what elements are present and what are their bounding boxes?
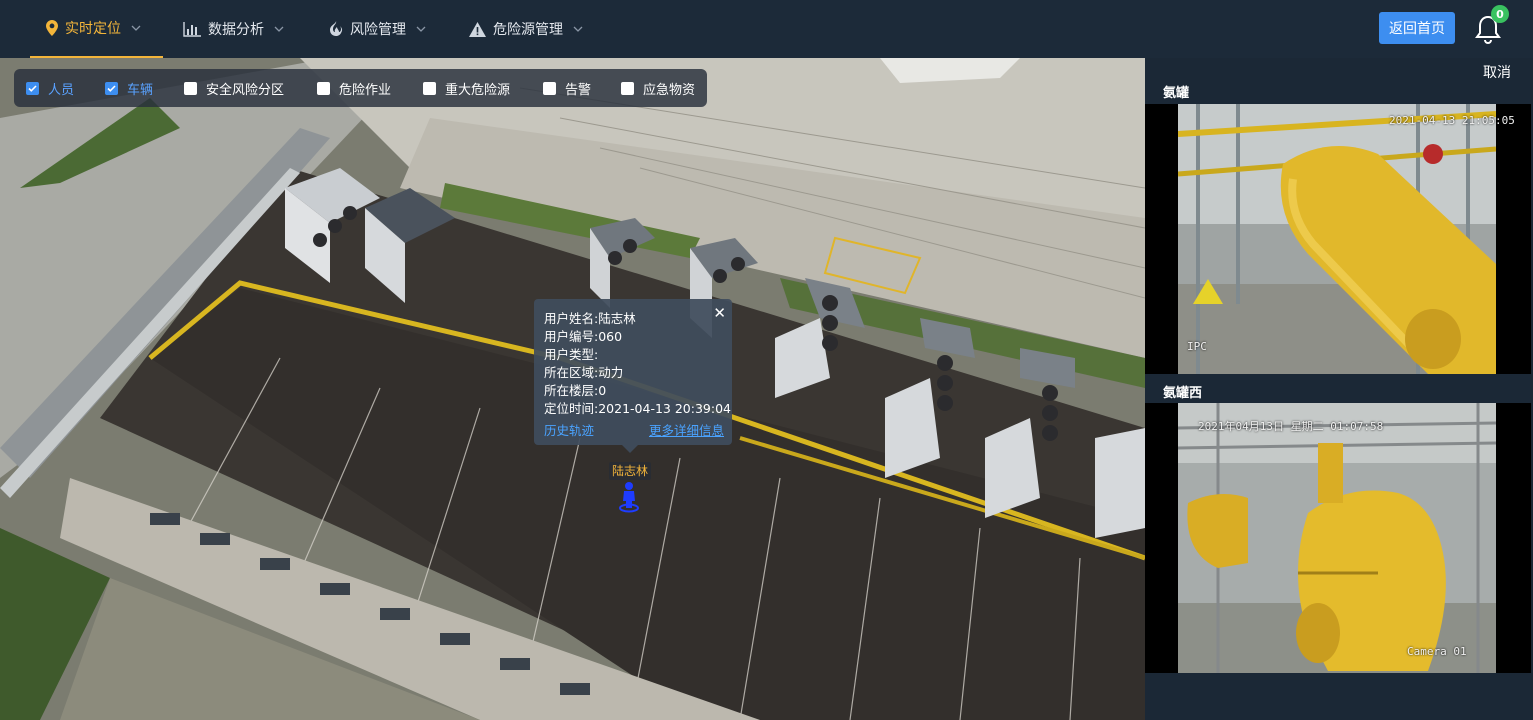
camera-corner-label: IPC: [1187, 340, 1207, 353]
location-pin-icon: [46, 20, 58, 36]
filter-label: 告警: [565, 82, 592, 98]
checkbox-unchecked-icon[interactable]: [423, 81, 436, 95]
nav-tab-label: 危险源管理: [493, 22, 563, 38]
nav-tab-data-analysis[interactable]: 数据分析: [183, 0, 284, 58]
map-view[interactable]: 人员 车辆 安全风险分区 危险作业 重大危险源 告警 应急物资 ✕ 用户姓名:陆…: [0, 58, 1145, 720]
info-row-id: 用户编号:060: [544, 329, 623, 344]
cancel-button[interactable]: 取消: [1483, 62, 1511, 82]
person-location-marker-icon[interactable]: [618, 481, 640, 513]
filter-label: 应急物资: [643, 82, 696, 98]
camera-frame-image: [1178, 403, 1496, 673]
popup-pointer: [622, 445, 638, 453]
camera-title: 氨罐: [1163, 86, 1190, 101]
filter-label: 安全风险分区: [206, 82, 285, 98]
checkbox-checked-icon[interactable]: [26, 81, 39, 95]
nav-tab-hazard-source-management[interactable]: 危险源管理: [469, 0, 583, 58]
camera-feed-ammonia-tank[interactable]: 2021-04-13 21:05:05 IPC: [1145, 104, 1531, 374]
warning-icon: [469, 21, 486, 37]
chevron-down-icon: [416, 26, 426, 32]
camera-timestamp: 2021年04月13日 星期二 01:07:58: [1198, 420, 1384, 433]
camera-corner-label: Camera 01: [1407, 645, 1467, 658]
checkbox-unchecked-icon[interactable]: [184, 81, 197, 95]
filter-hazardous-operation[interactable]: 危险作业: [317, 80, 392, 98]
filter-major-hazard-source[interactable]: 重大危险源: [423, 80, 511, 98]
bar-chart-icon: [183, 21, 201, 37]
filter-personnel[interactable]: 人员: [26, 80, 75, 98]
filter-emergency-supplies[interactable]: 应急物资: [621, 80, 696, 98]
history-track-link[interactable]: 历史轨迹: [544, 420, 594, 439]
filter-vehicle[interactable]: 车辆: [105, 80, 154, 98]
fire-icon: [329, 21, 343, 37]
more-details-link[interactable]: 更多详细信息: [649, 420, 724, 439]
info-row-name: 用户姓名:陆志林: [544, 311, 636, 326]
return-home-button[interactable]: 返回首页: [1379, 12, 1455, 44]
checkbox-checked-icon[interactable]: [105, 81, 118, 95]
video-side-panel: 取消 氨罐 2021-04-13 21:05:05 IPC 氨罐西 2021年0…: [1145, 58, 1533, 720]
checkbox-unchecked-icon[interactable]: [317, 81, 330, 95]
filter-alarm[interactable]: 告警: [543, 80, 592, 98]
close-icon[interactable]: ✕: [713, 304, 726, 322]
checkbox-unchecked-icon[interactable]: [621, 81, 634, 95]
filter-safety-risk-zone[interactable]: 安全风险分区: [184, 80, 285, 98]
filter-label: 车辆: [127, 82, 154, 98]
nav-tab-label: 实时定位: [65, 21, 121, 37]
camera-frame-image: [1178, 104, 1496, 374]
chevron-down-icon: [573, 26, 583, 32]
filter-label: 人员: [48, 82, 75, 98]
top-navigation-bar: 实时定位 数据分析 风险管理 危险源管理 返回首页 0: [0, 0, 1533, 59]
chevron-down-icon: [274, 26, 284, 32]
person-info-popup: ✕ 用户姓名:陆志林 用户编号:060 用户类型: 所在区域:动力 所在楼层:0…: [534, 299, 732, 453]
checkbox-unchecked-icon[interactable]: [543, 81, 556, 95]
info-row-area: 所在区域:动力: [544, 365, 624, 380]
camera-feed-ammonia-tank-west[interactable]: 2021年04月13日 星期二 01:07:58 Camera 01: [1145, 403, 1531, 673]
camera-title: 氨罐西: [1163, 386, 1203, 401]
info-row-floor: 所在楼层:0: [544, 383, 607, 398]
nav-tab-realtime-location[interactable]: 实时定位: [30, 0, 163, 58]
nav-tab-label: 数据分析: [208, 22, 264, 38]
filter-label: 重大危险源: [445, 82, 511, 98]
chevron-down-icon: [131, 25, 141, 31]
layer-filter-bar: 人员 车辆 安全风险分区 危险作业 重大危险源 告警 应急物资: [14, 69, 707, 107]
info-row-time: 定位时间:2021-04-13 20:39:04: [544, 401, 731, 416]
nav-tab-label: 风险管理: [350, 22, 406, 38]
nav-tab-risk-management[interactable]: 风险管理: [329, 0, 426, 58]
person-name-label[interactable]: 陆志林: [609, 462, 651, 480]
camera-timestamp: 2021-04-13 21:05:05: [1389, 114, 1515, 127]
notification-count-badge: 0: [1491, 5, 1509, 23]
filter-label: 危险作业: [339, 82, 392, 98]
info-row-type: 用户类型:: [544, 347, 599, 362]
